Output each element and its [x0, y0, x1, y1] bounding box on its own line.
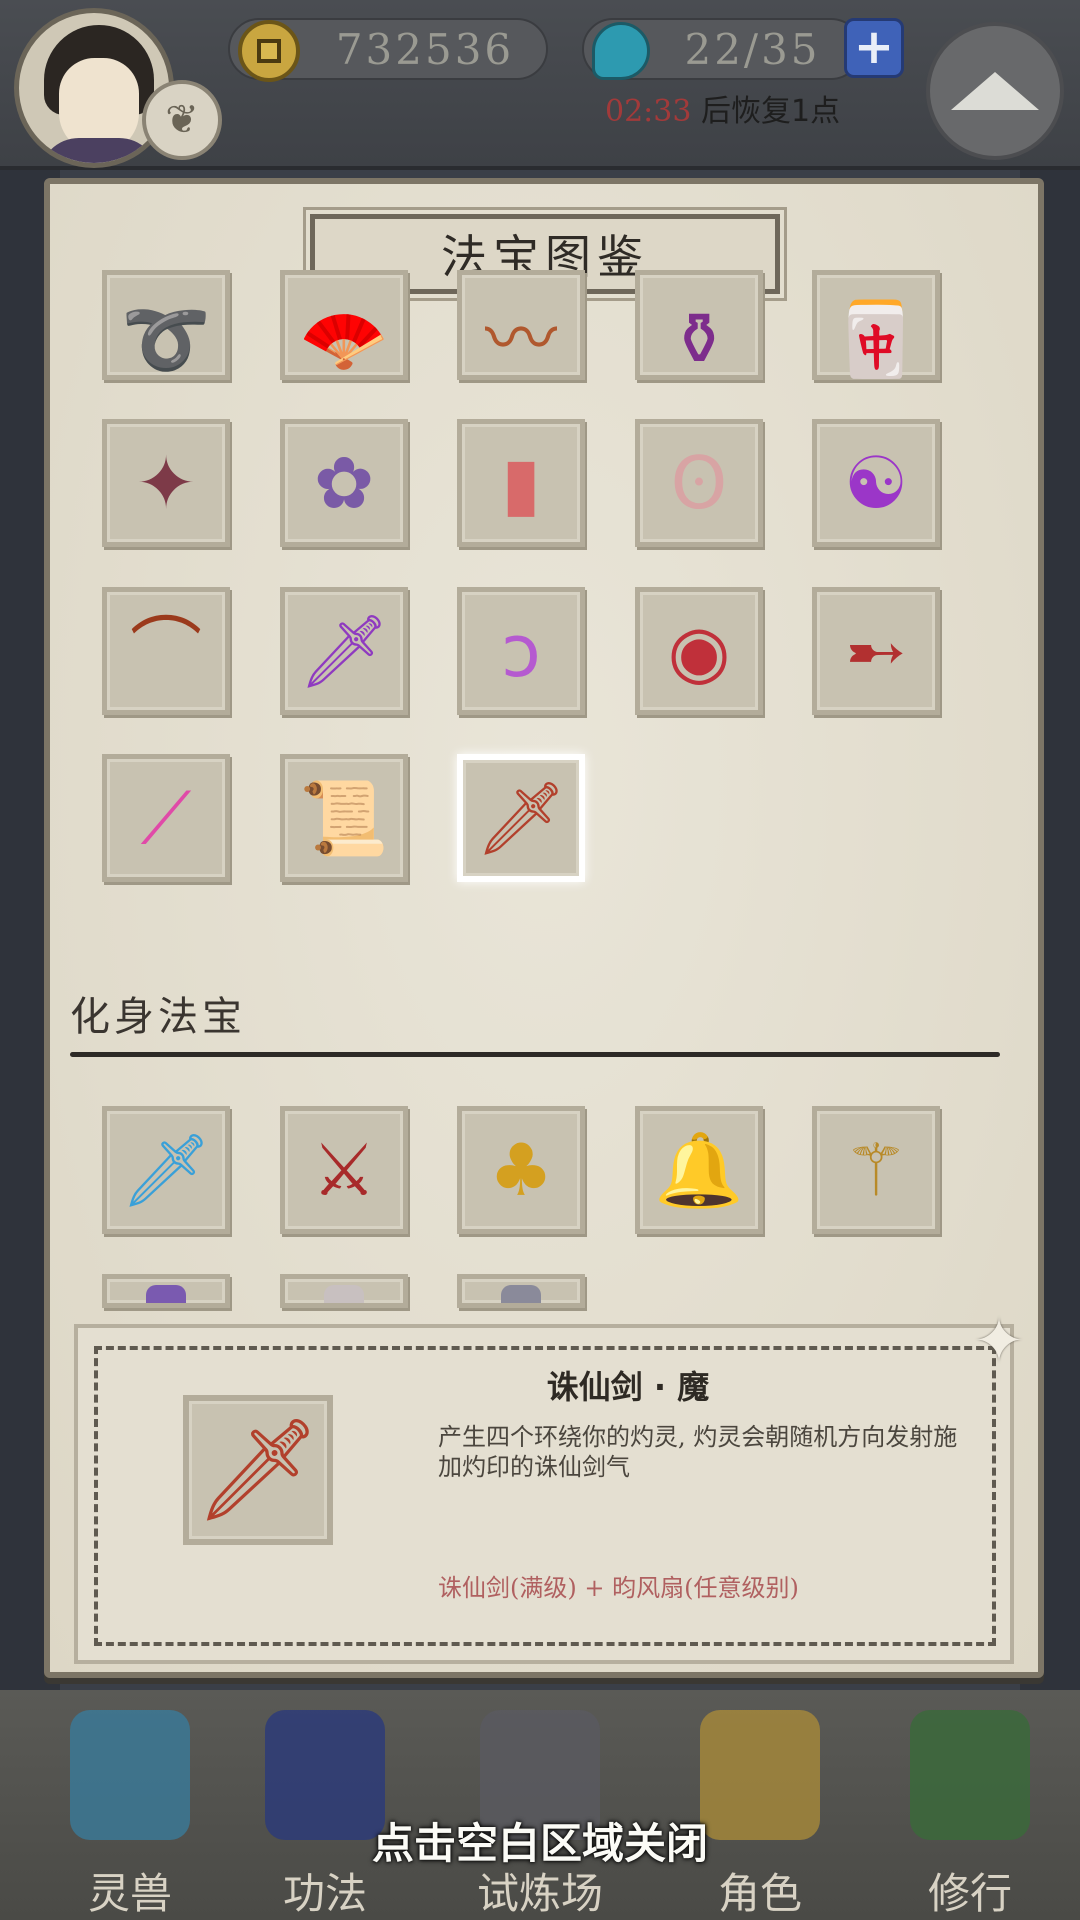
detail-description: 产生四个环绕你的灼灵, 灼灵会朝随机方向发射施加灼印的诛仙剑气 — [438, 1423, 958, 1481]
top-hud: ❦ 732536 22/35 + 02:33 后恢复1点 — [0, 0, 1080, 170]
treasure-slot[interactable]: 🀄 — [812, 270, 940, 380]
feather-icon[interactable]: ❦ — [142, 80, 222, 160]
nav-item-cultivation[interactable]: 修行 — [880, 1700, 1060, 1918]
avatar-treasure-slot[interactable] — [102, 1274, 230, 1308]
treasure-slot[interactable]: ➰ — [102, 270, 230, 380]
nav-item-spirit-beast[interactable]: 灵兽 — [40, 1700, 220, 1918]
coin-icon — [238, 20, 300, 82]
treasure-icon: ⌒ — [129, 609, 202, 693]
detail-card: 🗡 诛仙剑 · 魔 产生四个环绕你的灼灵, 灼灵会朝随机方向发射施加灼印的诛仙剑… — [74, 1306, 1025, 1664]
treasure-slot[interactable]: ▮ — [457, 419, 585, 547]
avatar-treasure-slot[interactable]: ⚚ — [812, 1106, 940, 1234]
treasure-slot[interactable]: ✿ — [280, 419, 408, 547]
treasure-slot[interactable]: 〰 — [457, 270, 585, 380]
treasure-icon: 📜 — [299, 776, 389, 860]
detail-recipe: 诛仙剑(满级) + 昀风扇(任意级别) — [438, 1574, 799, 1602]
treasure-icon: 🪭 — [299, 297, 389, 381]
stamina-icon — [592, 22, 650, 80]
add-stamina-button[interactable]: + — [844, 18, 904, 78]
gold-value: 732536 — [335, 25, 515, 74]
treasure-icon — [501, 1285, 541, 1303]
avatar-treasure-slot[interactable] — [280, 1274, 408, 1308]
treasure-icon: ⚔ — [311, 1128, 377, 1212]
section-title: 化身法宝 — [70, 994, 246, 1040]
treasure-icon: ➰ — [121, 297, 211, 381]
nav-item-skills[interactable]: 功法 — [235, 1700, 415, 1918]
treasure-icon: ✦ — [135, 441, 197, 525]
nav-item-trial[interactable]: 试炼场 — [450, 1700, 630, 1918]
treasure-icon: ✿ — [313, 441, 375, 525]
treasure-icon: ☯ — [843, 441, 909, 525]
treasure-slot[interactable]: ⌒ — [102, 587, 230, 715]
nav-item-character[interactable]: 角色 — [670, 1700, 850, 1918]
treasure-icon: ▮ — [501, 441, 541, 525]
avatar-treasure-slot[interactable]: 🗡 — [102, 1106, 230, 1234]
recover-text: 后恢复1点 — [701, 94, 841, 129]
detail-frame: 🗡 诛仙剑 · 魔 产生四个环绕你的灼灵, 灼灵会朝随机方向发射施加灼印的诛仙剑… — [94, 1346, 996, 1646]
collapse-button[interactable] — [926, 22, 1064, 160]
close-hint[interactable]: 点击空白区域关闭 — [0, 1810, 1080, 1871]
treasure-slot[interactable]: 📜 — [280, 754, 408, 882]
detail-icon-slot: 🗡 — [183, 1395, 333, 1545]
treasure-slot[interactable]: ↄ — [457, 587, 585, 715]
treasure-codex-panel: 法宝图鉴 ➰ 🪭 〰 ⚱ 🀄 ✦ ✿ ▮ ʘ ☯ ⌒ 🗡 ↄ ◉ ➸ ⟋ 📜 🗡 化身法宝 🗡 ⚔ ♣ 🔔 ⚚ 🗡 诛仙剑… — [44, 178, 1044, 1678]
avatar-body — [39, 138, 159, 163]
treasure-slot[interactable]: ◉ — [635, 587, 763, 715]
treasure-icon: 🗡 — [298, 609, 390, 693]
treasure-icon: ⟋ — [140, 776, 192, 860]
treasure-icon — [324, 1285, 364, 1303]
section-divider — [70, 1052, 1000, 1057]
treasure-icon — [146, 1285, 186, 1303]
avatar-treasure-slot[interactable]: ⚔ — [280, 1106, 408, 1234]
recover-timer: 02:33 — [605, 94, 692, 129]
treasure-slot[interactable]: ʘ — [635, 419, 763, 547]
treasure-icon: ➸ — [845, 609, 907, 693]
triangle-up-icon — [951, 72, 1039, 110]
treasure-icon: ♣ — [488, 1128, 554, 1212]
treasure-icon: ⚚ — [843, 1128, 909, 1212]
treasure-icon: 🗡 — [475, 776, 567, 860]
treasure-slot[interactable]: ⚱ — [635, 270, 763, 380]
stamina-value: 22/35 — [684, 25, 821, 74]
treasure-icon: ◉ — [667, 609, 731, 693]
sword-icon: 🗡 — [194, 1411, 322, 1528]
recover-line: 02:33 后恢复1点 — [605, 92, 840, 132]
avatar-treasure-slot[interactable]: 🔔 — [635, 1106, 763, 1234]
treasure-slot[interactable]: ✦ — [102, 419, 230, 547]
treasure-icon: 🀄 — [831, 297, 921, 381]
treasure-icon: ↄ — [501, 609, 541, 693]
treasure-icon: 🔔 — [654, 1128, 744, 1212]
treasure-slot[interactable]: ➸ — [812, 587, 940, 715]
avatar-treasure-slot[interactable]: ♣ — [457, 1106, 585, 1234]
treasure-icon: ʘ — [670, 441, 728, 525]
treasure-slot[interactable]: ⟋ — [102, 754, 230, 882]
treasure-slot[interactable]: ☯ — [812, 419, 940, 547]
treasure-icon: ⚱ — [668, 297, 730, 381]
panel-body: 法宝图鉴 ➰ 🪭 〰 ⚱ 🀄 ✦ ✿ ▮ ʘ ☯ ⌒ 🗡 ↄ ◉ ➸ ⟋ 📜 🗡 化身法宝 🗡 ⚔ ♣ 🔔 ⚚ 🗡 诛仙剑… — [50, 184, 1038, 1672]
detail-name: 诛仙剑 · 魔 — [546, 1368, 710, 1406]
bottom-nav: 灵兽 功法 试炼场 角色 修行 — [0, 1690, 1080, 1920]
treasure-slot[interactable]: 🗡 — [280, 587, 408, 715]
treasure-slot[interactable]: 🗡 — [457, 754, 585, 882]
shuriken-icon: ✦ — [973, 1304, 1025, 1377]
treasure-icon: 〰 — [484, 297, 557, 381]
treasure-icon: 🗡 — [120, 1128, 212, 1212]
treasure-slot[interactable]: 🪭 — [280, 270, 408, 380]
avatar-treasure-slot[interactable] — [457, 1274, 585, 1308]
